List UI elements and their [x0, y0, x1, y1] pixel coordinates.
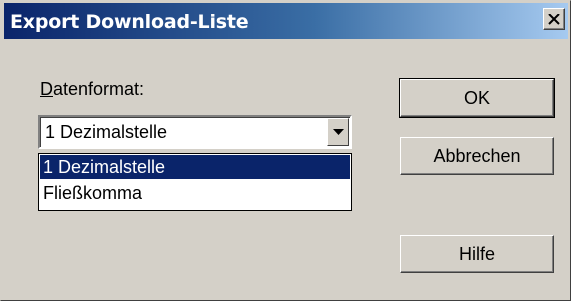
format-combobox-value: 1 Dezimalstelle	[45, 122, 168, 142]
close-icon	[548, 13, 560, 25]
format-label: Datenformat:	[40, 79, 144, 100]
help-button[interactable]: Hilfe	[400, 235, 554, 273]
export-dialog: Export Download-Liste Datenformat: 1 Dez…	[0, 0, 571, 301]
format-dropdown-button[interactable]	[327, 118, 349, 146]
format-dropdown-list[interactable]: 1 Dezimalstelle Fließkomma	[38, 153, 352, 211]
ok-button[interactable]: OK	[399, 78, 555, 118]
format-label-accelerator: D	[40, 79, 53, 99]
format-option-1-dezimalstelle[interactable]: 1 Dezimalstelle	[40, 155, 350, 179]
close-button[interactable]	[543, 8, 565, 30]
cancel-button[interactable]: Abbrechen	[400, 137, 554, 175]
dialog-title: Export Download-Liste	[10, 11, 249, 33]
format-label-text: atenformat:	[53, 79, 145, 99]
format-option-fliesskomma[interactable]: Fließkomma	[40, 181, 350, 205]
chevron-down-icon	[332, 129, 344, 135]
format-combobox[interactable]: 1 Dezimalstelle	[38, 115, 352, 149]
title-bar[interactable]: Export Download-Liste	[4, 3, 568, 39]
